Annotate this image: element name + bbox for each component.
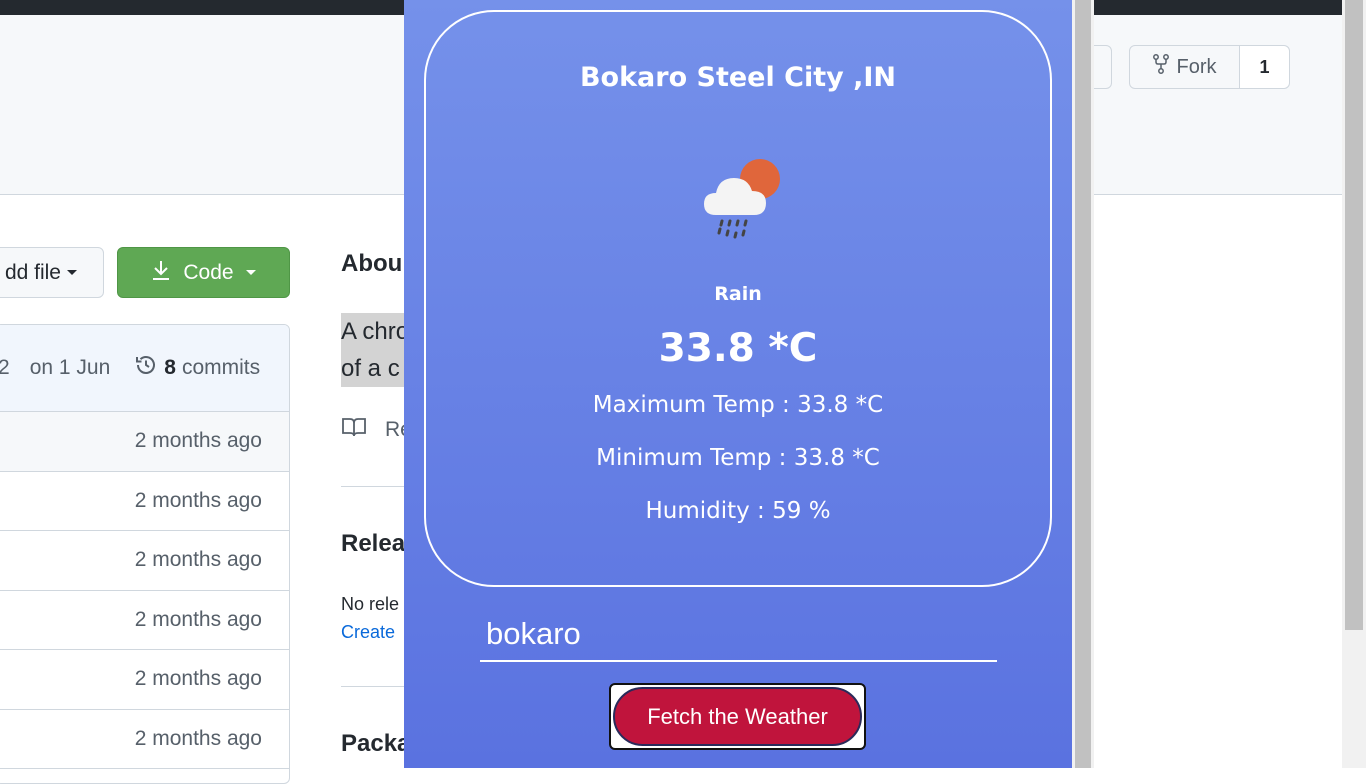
create-release-link[interactable]: Create (341, 622, 395, 643)
file-list: 2 on 1 Jun 8 commits 2 months ago 2 mont… (0, 324, 290, 784)
about-line-2: of a c (341, 355, 400, 382)
caret-down-icon (245, 270, 256, 275)
page-scrollbar-thumb[interactable] (1345, 0, 1363, 630)
book-icon (341, 416, 367, 444)
row-age: 2 months ago (134, 548, 262, 572)
download-icon (151, 259, 171, 287)
table-row[interactable]: 2 months ago (0, 650, 289, 710)
fetch-weather-button[interactable]: Fetch the Weather (613, 687, 862, 746)
about-line-1: A chro (341, 318, 410, 345)
fork-count[interactable]: 1 (1240, 46, 1289, 88)
city-name: Bokaro Steel City ,IN (579, 62, 897, 93)
popup-scrollbar-thumb[interactable] (1075, 0, 1091, 768)
readme-link[interactable]: Re (341, 416, 412, 444)
weather-card: Bokaro Steel City ,IN Rain 33.8 *C Maxim (424, 10, 1052, 587)
max-temperature: Maximum Temp : 33.8 *C (592, 392, 884, 418)
releases-heading: Relea (341, 530, 406, 557)
table-row[interactable]: 2 months ago (0, 591, 289, 650)
current-temperature: 33.8 *C (658, 326, 818, 371)
table-row[interactable]: 2 months ago (0, 531, 289, 591)
fetch-button-focus-ring: Fetch the Weather (609, 683, 866, 750)
row-age: 2 months ago (134, 667, 262, 691)
fork-label: Fork (1176, 55, 1217, 78)
city-search-input[interactable] (480, 607, 997, 662)
latest-commit-bar: 2 on 1 Jun 8 commits (0, 325, 289, 412)
add-file-button[interactable]: dd file (0, 247, 104, 298)
row-age: 2 months ago (134, 726, 262, 750)
commits-link[interactable]: 8 commits (134, 353, 260, 383)
fork-button-group: Fork 1 (1129, 45, 1290, 89)
add-file-label: dd file (4, 260, 61, 284)
releases-empty-text: No rele (341, 594, 400, 614)
table-row[interactable]: 2 months ago (0, 710, 289, 769)
fetch-button-label: Fetch the Weather (647, 703, 828, 729)
commit-prefix: 2 (0, 356, 10, 380)
caret-down-icon (67, 270, 77, 275)
packages-heading: Packa (341, 730, 411, 757)
code-label: Code (183, 260, 234, 284)
table-row[interactable]: 2 months ago (0, 412, 289, 472)
row-age: 2 months ago (134, 488, 262, 512)
weather-popup: Bokaro Steel City ,IN Rain 33.8 *C Maxim (404, 0, 1094, 768)
about-description: A chro of a c (341, 313, 411, 387)
rain-cloud-sun-icon (696, 147, 786, 242)
commit-count: 8 (164, 356, 176, 379)
about-heading: Abou (341, 250, 403, 277)
table-row[interactable]: 2 months ago (0, 472, 289, 531)
commit-word: commits (181, 356, 261, 379)
fork-icon (1152, 54, 1169, 80)
history-icon (134, 353, 158, 383)
divider (341, 486, 411, 487)
humidity: Humidity : 59 % (645, 498, 831, 524)
code-button[interactable]: Code (117, 247, 290, 298)
divider (341, 686, 411, 687)
min-temperature: Minimum Temp : 33.8 *C (596, 445, 880, 471)
weather-condition: Rain (714, 283, 762, 305)
row-age: 2 months ago (134, 429, 262, 453)
commit-date[interactable]: on 1 Jun (30, 356, 111, 380)
row-age: 2 months ago (134, 607, 262, 631)
fork-button[interactable]: Fork (1130, 46, 1240, 88)
